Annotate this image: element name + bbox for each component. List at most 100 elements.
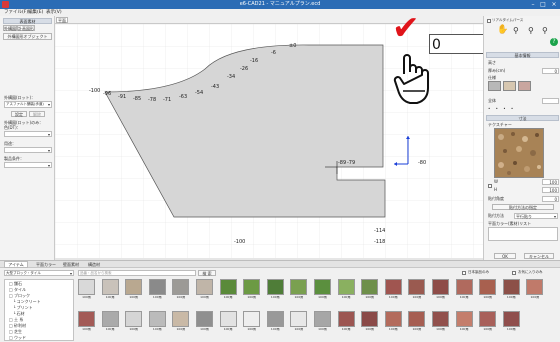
material-swatch[interactable] [266,279,284,295]
apply-method-button[interactable]: 貼付方法の指定 [492,204,554,210]
material-swatch[interactable] [78,279,95,295]
tree-item[interactable]: └ 石材 [13,312,25,316]
tree-item[interactable]: □ ウッド [9,336,26,340]
material-select[interactable]: アスファルト舗装(歩道) ▾ [4,101,52,108]
tree-item[interactable]: □ 芝生 [9,330,22,334]
material-swatch[interactable] [455,279,473,295]
realtime-checkbox[interactable] [487,19,491,23]
method-label: 貼付方法 [488,213,504,218]
zoom-out-icon[interactable]: ⚲ [528,26,536,36]
category-dropdown[interactable]: 大型ブロック・タイル ▾ [4,270,74,276]
material-swatch[interactable] [172,279,190,295]
menu-view[interactable]: 表示(V) [46,10,62,15]
minimize-icon[interactable]: – [528,0,538,9]
material-swatch[interactable] [314,311,331,327]
material-swatch[interactable] [408,279,426,295]
shape-option-3[interactable] [518,81,531,91]
color-select[interactable]: ▾ [4,131,52,137]
tab-plan-view[interactable]: 平面 [56,17,68,23]
close-icon[interactable]: × [549,0,559,9]
material-swatch[interactable] [526,279,544,295]
shape-option-1[interactable] [488,81,501,91]
texture-height-field[interactable]: 100 [542,187,559,193]
material-swatch[interactable] [101,311,119,327]
set-button[interactable]: 設定 [11,111,27,117]
zoom-fit-icon[interactable]: ⚲ [542,26,550,36]
texture-width-field[interactable]: 100 [542,179,559,185]
tree-item[interactable]: □ 土 系 [9,318,23,322]
color-list-box[interactable] [488,227,558,241]
link-checkbox[interactable] [488,184,492,188]
category-tree[interactable]: □ 舗石 □ タイル □ ブロック └ コンクリート └ プリント └ 石材 □… [4,279,74,341]
rotation-field[interactable]: 0 [542,196,559,202]
material-swatch[interactable] [337,311,355,327]
material-swatch[interactable] [384,311,402,327]
material-swatch[interactable] [337,279,355,295]
material-swatch[interactable] [219,311,237,327]
tree-item[interactable]: □ 砂利材 [9,324,26,328]
shape-option-2[interactable] [503,81,516,91]
menu-edit[interactable]: 編集(E) [28,10,43,15]
usage-select[interactable]: ▾ [4,147,52,153]
search-input[interactable]: 品番・品名から検索 [78,270,196,276]
tab-wall-material[interactable]: 壁面素材 [63,262,79,267]
material-swatch[interactable] [101,279,119,295]
maximize-icon[interactable]: □ [538,0,548,9]
ok-button[interactable]: OK [494,253,516,259]
tab-plane-color[interactable]: 平面カラー [36,262,56,267]
drawing-canvas[interactable]: ±0 -6 -16 -26 -34 -43 -54 -63 -71 -78 -8… [55,10,499,258]
tree-item[interactable]: □ タイル [9,288,26,292]
material-swatch[interactable] [125,279,143,295]
tree-item[interactable]: □ ブロック [9,294,30,298]
material-swatch[interactable] [408,311,426,327]
material-swatch[interactable] [172,311,190,327]
clear-button[interactable]: 解除 [29,111,45,117]
material-swatch[interactable] [455,311,473,327]
search-button[interactable]: 検 索 [198,270,216,276]
favorites-checkbox[interactable] [512,271,516,275]
zoom-in-icon[interactable]: ⚲ [513,26,521,36]
pan-hand-icon[interactable]: ✋ [497,26,508,35]
tab-structure[interactable]: 構造材 [88,262,100,267]
method-select[interactable]: 平行貼り ▾ [514,213,558,219]
cancel-button[interactable]: キャンセル [524,253,554,259]
material-swatch[interactable] [479,279,497,295]
material-swatch[interactable] [432,311,449,327]
material-swatch[interactable] [196,279,213,295]
material-swatch-label: 100角 [506,296,516,299]
menu-file[interactable]: ファイル(F) [4,10,28,15]
material-swatch[interactable] [243,279,261,295]
material-swatch-label: 100角 [365,296,375,299]
material-swatch[interactable] [148,311,166,327]
material-swatch[interactable] [361,279,379,295]
material-swatch[interactable] [266,311,284,327]
material-swatch[interactable] [78,311,95,327]
condition-select[interactable]: ▾ [4,162,52,168]
material-swatch[interactable] [384,279,402,295]
angle-label: 全体 [488,98,496,103]
material-swatch[interactable] [314,279,331,295]
angle-field[interactable] [542,98,559,104]
tab-exterior[interactable]: 外構図 [3,25,17,31]
tab-items[interactable]: アイテム [4,261,28,268]
japan-only-checkbox[interactable] [462,271,466,275]
material-swatch[interactable] [219,279,237,295]
tree-item[interactable]: └ コンクリート [13,300,41,304]
material-swatch[interactable] [125,311,143,327]
material-swatch[interactable] [290,279,308,295]
material-swatch[interactable] [479,311,497,327]
tree-item[interactable]: └ プリント [13,306,33,310]
exterior-object-button[interactable]: 外構図形オブジェクト [3,33,52,40]
tree-item[interactable]: □ 舗石 [9,282,22,286]
tab-plan[interactable]: 計画図形 [17,25,35,31]
material-swatch[interactable] [243,311,261,327]
material-swatch[interactable] [148,279,166,295]
help-icon[interactable]: ? [550,38,558,46]
material-swatch[interactable] [196,311,213,327]
material-swatch[interactable] [432,279,449,295]
material-swatch[interactable] [502,311,520,327]
material-swatch[interactable] [361,311,379,327]
material-swatch[interactable] [290,311,308,327]
thickness-field[interactable]: 0 [542,68,559,74]
material-swatch[interactable] [502,279,520,295]
